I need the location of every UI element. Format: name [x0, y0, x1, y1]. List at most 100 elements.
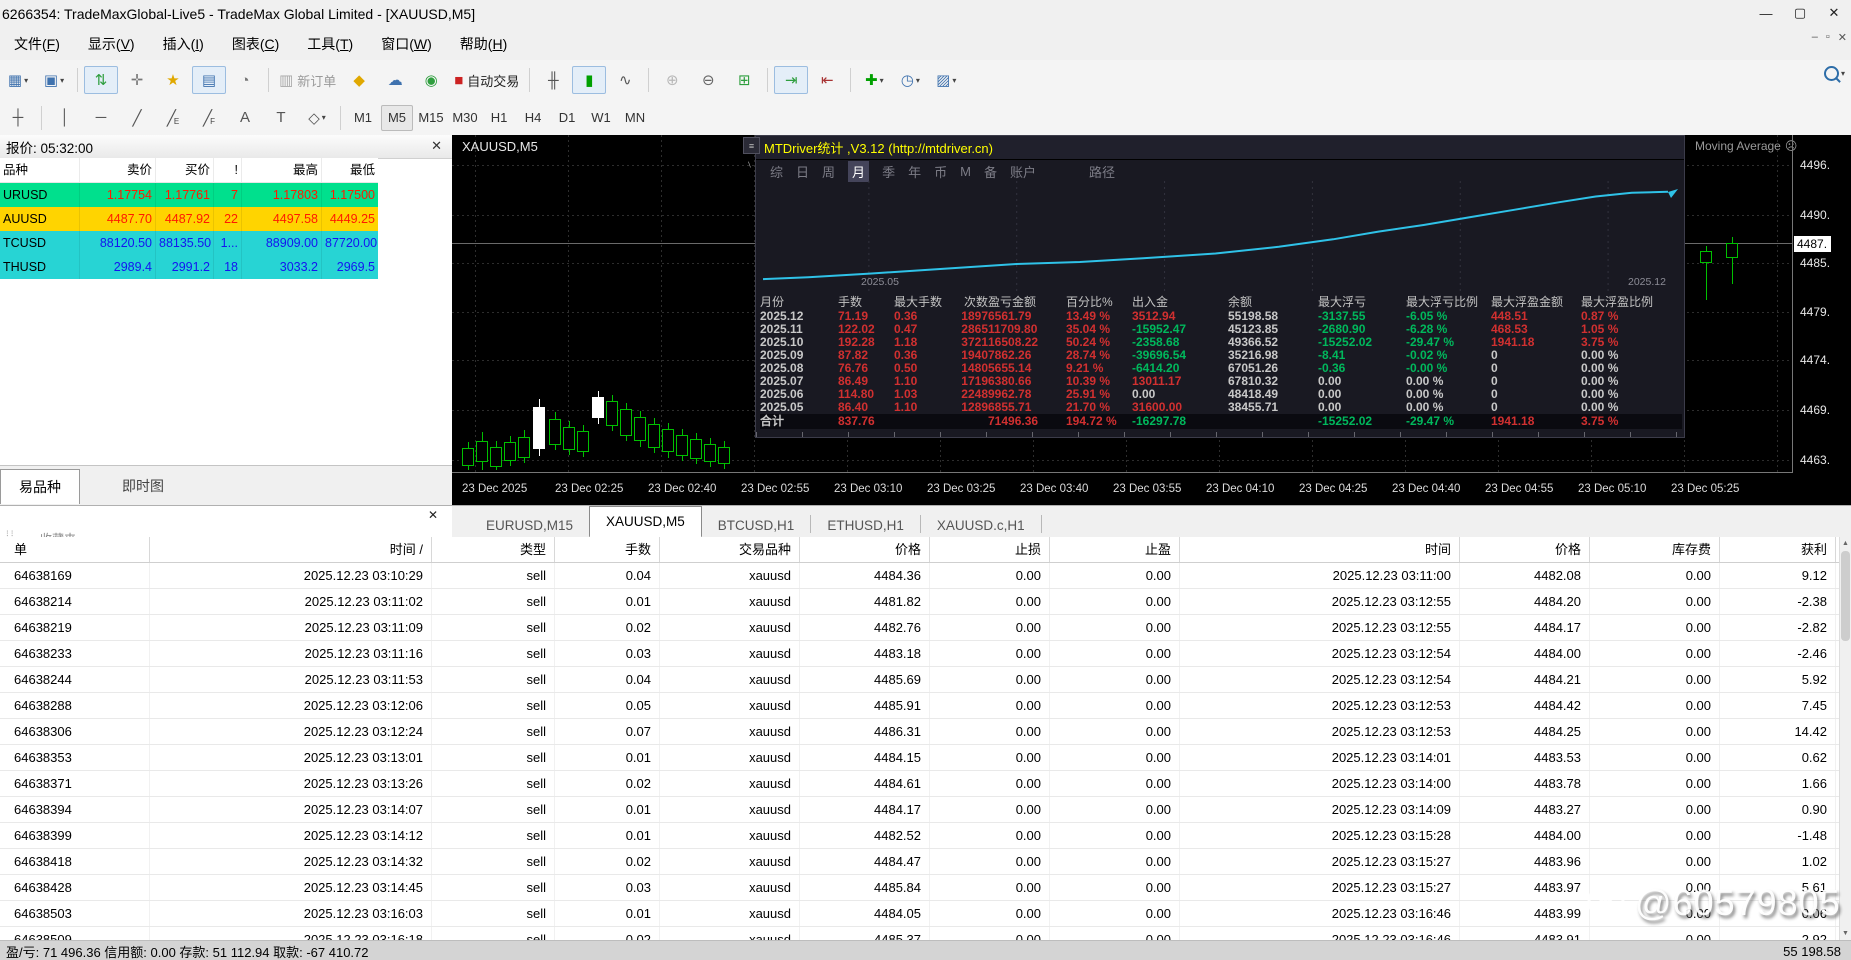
column-header[interactable]: 交易品种: [660, 537, 800, 562]
metaeditor-button[interactable]: ◆: [342, 66, 376, 94]
timeframe-D1[interactable]: D1: [551, 105, 583, 131]
chart-shift-button[interactable]: ⇤: [810, 66, 844, 94]
market-watch-row[interactable]: THUSD2989.42991.2183033.22969.5: [0, 255, 378, 279]
history-row[interactable]: 646382142025.12.23 03:11:02sell0.01xauus…: [0, 589, 1851, 615]
mtdriver-menu-备[interactable]: 备: [984, 162, 997, 181]
market-watch-tab-symbols[interactable]: 易品种: [0, 469, 80, 504]
history-row[interactable]: 646383992025.12.23 03:14:12sell0.01xauus…: [0, 823, 1851, 849]
periods-dropdown-button[interactable]: ◷▾: [893, 66, 927, 94]
profiles-dropdown-button[interactable]: ▣▾: [37, 66, 71, 94]
close-button[interactable]: ✕: [1817, 0, 1851, 26]
toolbox-button[interactable]: ▤: [192, 66, 226, 94]
column-header[interactable]: 库存费: [1590, 537, 1720, 562]
zoom-out-button[interactable]: ⊖: [691, 66, 725, 94]
market-watch-tab-tick-chart[interactable]: 即时图: [104, 469, 182, 503]
timeframe-W1[interactable]: W1: [585, 105, 617, 131]
history-row[interactable]: 646384282025.12.23 03:14:45sell0.03xauus…: [0, 875, 1851, 901]
column-header[interactable]: 价格: [800, 537, 930, 562]
child-minimize-icon[interactable]: –: [1812, 31, 1818, 44]
history-row[interactable]: 646384182025.12.23 03:14:32sell0.02xauus…: [0, 849, 1851, 875]
text-label-button[interactable]: T: [264, 104, 298, 132]
history-row[interactable]: 646383712025.12.23 03:13:26sell0.02xauus…: [0, 771, 1851, 797]
chart-tab-BTCUSD-H1[interactable]: BTCUSD,H1: [702, 512, 811, 538]
market-watch-row[interactable]: TCUSD88120.5088135.501...88909.0087720.0…: [0, 231, 378, 255]
search-icon[interactable]: ▾: [1824, 66, 1845, 81]
market-watch-row[interactable]: AUUSD4487.704487.92224497.584449.25: [0, 207, 378, 231]
history-scrollbar[interactable]: ▲ ▼: [1839, 537, 1851, 940]
column-header[interactable]: 买价: [156, 158, 214, 182]
bar-chart-mode-button[interactable]: ╫: [536, 66, 570, 94]
history-row[interactable]: 646383942025.12.23 03:14:07sell0.01xauus…: [0, 797, 1851, 823]
child-window-controls[interactable]: – ▫ ✕: [1812, 31, 1847, 44]
data-window-button[interactable]: ✛: [120, 66, 154, 94]
column-header[interactable]: 手数: [555, 537, 660, 562]
menu-item-显示V[interactable]: 显示(V): [74, 27, 149, 60]
timeframe-M30[interactable]: M30: [449, 105, 481, 131]
child-restore-icon[interactable]: ▫: [1826, 31, 1830, 44]
mtdriver-panel[interactable]: MTDriver统计 ,V3.12 (http://mtdriver.cn) 综…: [755, 135, 1685, 438]
mtdriver-menu-年[interactable]: 年: [908, 162, 921, 181]
child-close-icon[interactable]: ✕: [1838, 31, 1847, 44]
column-header[interactable]: 最低: [322, 158, 378, 182]
history-row[interactable]: 646382192025.12.23 03:11:09sell0.02xauus…: [0, 615, 1851, 641]
column-header[interactable]: 卖价: [80, 158, 156, 182]
mtdriver-menu-季[interactable]: 季: [882, 162, 895, 181]
tile-windows-button[interactable]: ⊞: [727, 66, 761, 94]
close-icon[interactable]: ✕: [431, 138, 442, 154]
fibonacci-button[interactable]: ╱F: [192, 104, 226, 132]
history-row[interactable]: 646385032025.12.23 03:16:03sell0.01xauus…: [0, 901, 1851, 927]
column-header[interactable]: 时间 /: [150, 537, 432, 562]
mtdriver-menu-日[interactable]: 日: [796, 162, 809, 181]
timeframe-M1[interactable]: M1: [347, 105, 379, 131]
indicators-dropdown-button[interactable]: ✚▾: [857, 66, 891, 94]
column-header[interactable]: 类型: [432, 537, 555, 562]
history-row[interactable]: 646381692025.12.23 03:10:29sell0.04xauus…: [0, 563, 1851, 589]
column-header[interactable]: 品种: [0, 158, 80, 182]
chart-tab-ETHUSD-H1[interactable]: ETHUSD,H1: [811, 512, 920, 538]
history-row[interactable]: 646382332025.12.23 03:11:16sell0.03xauus…: [0, 641, 1851, 667]
scrollbar-thumb[interactable]: [1841, 551, 1850, 641]
history-row[interactable]: 646382882025.12.23 03:12:06sell0.05xauus…: [0, 693, 1851, 719]
close-icon[interactable]: ✕: [428, 508, 438, 522]
history-row[interactable]: 646383062025.12.23 03:12:24sell0.07xauus…: [0, 719, 1851, 745]
mtdriver-menu-综[interactable]: 综: [770, 162, 783, 181]
candlestick-mode-button[interactable]: ▮: [572, 66, 606, 94]
chart-tab-EURUSD-M15[interactable]: EURUSD,M15: [470, 512, 589, 538]
timeframe-M5[interactable]: M5: [381, 105, 413, 131]
timeframe-H4[interactable]: H4: [517, 105, 549, 131]
mtdriver-menu-账户[interactable]: 账户: [1010, 162, 1036, 181]
chart-tab-XAUUSD-M5[interactable]: XAUUSD,M5: [589, 506, 702, 538]
column-header[interactable]: 最高: [242, 158, 322, 182]
scroll-up-icon[interactable]: ▲: [1840, 537, 1851, 550]
timeframe-M15[interactable]: M15: [415, 105, 447, 131]
text-button[interactable]: A: [228, 104, 262, 132]
menu-item-窗口W[interactable]: 窗口(W): [367, 27, 446, 60]
column-header[interactable]: 单: [0, 537, 150, 562]
equidistant-channel-button[interactable]: ╱E: [156, 104, 190, 132]
panel-menu-icon[interactable]: ≡: [743, 137, 760, 154]
column-header[interactable]: 止损: [930, 537, 1050, 562]
signals-button[interactable]: ◉: [414, 66, 448, 94]
timeframe-H1[interactable]: H1: [483, 105, 515, 131]
column-header[interactable]: 价格: [1460, 537, 1590, 562]
trend-line-button[interactable]: ╱: [120, 104, 154, 132]
mtdriver-menu-币[interactable]: 币: [934, 162, 947, 181]
panel-handle-icon[interactable]: ﹨: [745, 157, 755, 171]
history-row[interactable]: 646382442025.12.23 03:11:53sell0.04xauus…: [0, 667, 1851, 693]
navigator-button[interactable]: ★: [156, 66, 190, 94]
title-bar[interactable]: 6266354: TradeMaxGlobal-Live5 - TradeMax…: [0, 0, 1851, 27]
menu-item-图表C[interactable]: 图表(C): [218, 27, 293, 60]
column-header[interactable]: !: [214, 158, 242, 182]
horizontal-line-button[interactable]: ─: [84, 104, 118, 132]
mtdriver-menu-月[interactable]: 月: [848, 161, 869, 182]
crosshair-button[interactable]: ┼: [1, 104, 35, 132]
charts-dropdown-button[interactable]: ▦▾: [1, 66, 35, 94]
history-row[interactable]: 646383532025.12.23 03:13:01sell0.01xauus…: [0, 745, 1851, 771]
column-header[interactable]: 时间: [1180, 537, 1460, 562]
mtdriver-menu-M[interactable]: M: [960, 164, 971, 179]
market-watch-button[interactable]: ⇅: [84, 66, 118, 94]
mtdriver-menu-周[interactable]: 周: [822, 162, 835, 181]
line-chart-mode-button[interactable]: ∿: [608, 66, 642, 94]
maximize-button[interactable]: ▢: [1783, 0, 1817, 26]
menu-item-插入I[interactable]: 插入(I): [149, 27, 218, 60]
